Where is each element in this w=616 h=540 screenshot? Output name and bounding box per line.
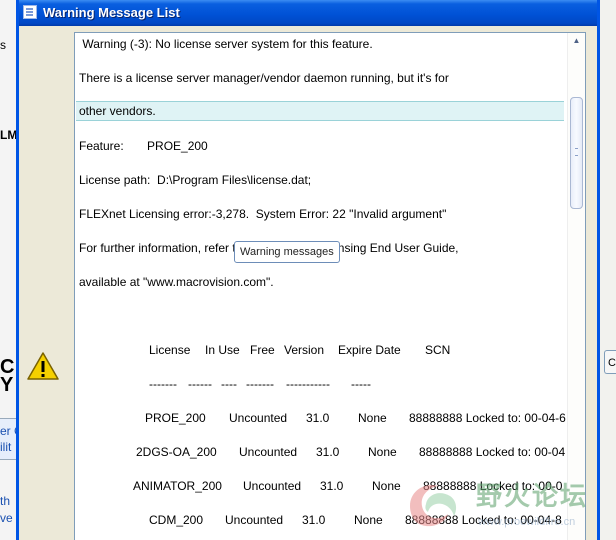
table-cell-scn: 88888888 Locked to: 00-04-6 xyxy=(409,411,566,425)
window-title: Warning Message List xyxy=(43,5,180,20)
table-cell-version: 31.0 xyxy=(316,445,340,459)
table-cell-license: PROE_200 xyxy=(145,411,206,425)
table-cell-in-use: Uncounted xyxy=(239,445,298,459)
bg-text-fragment: ve xyxy=(0,511,13,525)
table-separator: ---- xyxy=(221,377,237,391)
bg-button[interactable]: C xyxy=(604,350,616,374)
message-line: available at "www.macrovision.com". xyxy=(79,275,274,289)
table-separator: ------ xyxy=(188,377,212,391)
table-header-expire-date: Expire Date xyxy=(338,343,401,357)
table-cell-version: 31.0 xyxy=(302,513,326,527)
watermark: 野火论坛 www.proewildfire.cn xyxy=(404,472,604,538)
bg-text-fragment: Y xyxy=(0,374,14,396)
table-cell-version: 31.0 xyxy=(320,479,344,493)
table-cell-in-use: Uncounted xyxy=(243,479,302,493)
scroll-up-arrow-icon[interactable]: ▲ xyxy=(568,33,585,49)
table-header-license: License xyxy=(149,343,191,357)
tooltip: Warning messages xyxy=(234,241,340,263)
background-window-right: C xyxy=(600,0,616,540)
message-text-area[interactable]: Warning (-3): No license server system f… xyxy=(74,32,586,540)
table-header-free: Free xyxy=(250,343,275,357)
table-header-version: Version xyxy=(284,343,325,357)
warning-message-dialog: Warning Message List Warning (-3): No li… xyxy=(16,0,600,540)
title-bar[interactable]: Warning Message List xyxy=(19,0,597,26)
bg-text-fragment: ilit xyxy=(0,440,12,454)
table-header-in-use: In Use xyxy=(205,343,240,357)
bg-text-fragment: s xyxy=(0,38,6,52)
watermark-url: www.proewildfire.cn xyxy=(478,516,576,528)
table-cell-version: 31.0 xyxy=(306,411,330,425)
window-icon xyxy=(23,5,37,19)
warning-icon xyxy=(27,352,59,380)
table-cell-expire-date: None xyxy=(368,445,397,459)
message-line: License path: D:\Program Files\license.d… xyxy=(79,173,312,187)
message-line: FLEXnet Licensing error:-3,278. System E… xyxy=(79,207,447,221)
vertical-scrollbar[interactable]: ▲ xyxy=(567,33,585,540)
table-cell-expire-date: None xyxy=(372,479,401,493)
table-cell-expire-date: None xyxy=(354,513,383,527)
message-line: There is a license server manager/vendor… xyxy=(79,71,449,85)
message-line: Feature: PROE_200 xyxy=(79,139,208,153)
bg-text-fragment: LM xyxy=(0,128,18,142)
message-line-selected: other vendors. xyxy=(76,101,564,121)
table-header-scn: SCN xyxy=(425,343,451,357)
table-cell-license: CDM_200 xyxy=(149,513,204,527)
grip-icon xyxy=(575,148,578,156)
scrollbar-thumb[interactable] xyxy=(570,97,583,209)
watermark-text: 野火论坛 xyxy=(476,481,589,511)
table-separator: ----- xyxy=(351,377,371,391)
message-line: Warning (-3): No license server system f… xyxy=(79,37,373,51)
table-cell-license: ANIMATOR_200 xyxy=(133,479,222,493)
table-cell-in-use: Uncounted xyxy=(225,513,284,527)
flame-logo-icon xyxy=(410,484,457,527)
table-cell-in-use: Uncounted xyxy=(229,411,288,425)
table-cell-license: 2DGS-OA_200 xyxy=(136,445,217,459)
table-separator: ----------- xyxy=(286,377,330,391)
bg-text-fragment: th xyxy=(0,494,11,508)
table-cell-expire-date: None xyxy=(358,411,387,425)
table-separator: ------- xyxy=(149,377,177,391)
table-cell-scn: 88888888 Locked to: 00-04 xyxy=(419,445,566,459)
table-separator: ------- xyxy=(246,377,274,391)
message-content: Warning (-3): No license server system f… xyxy=(75,33,567,540)
